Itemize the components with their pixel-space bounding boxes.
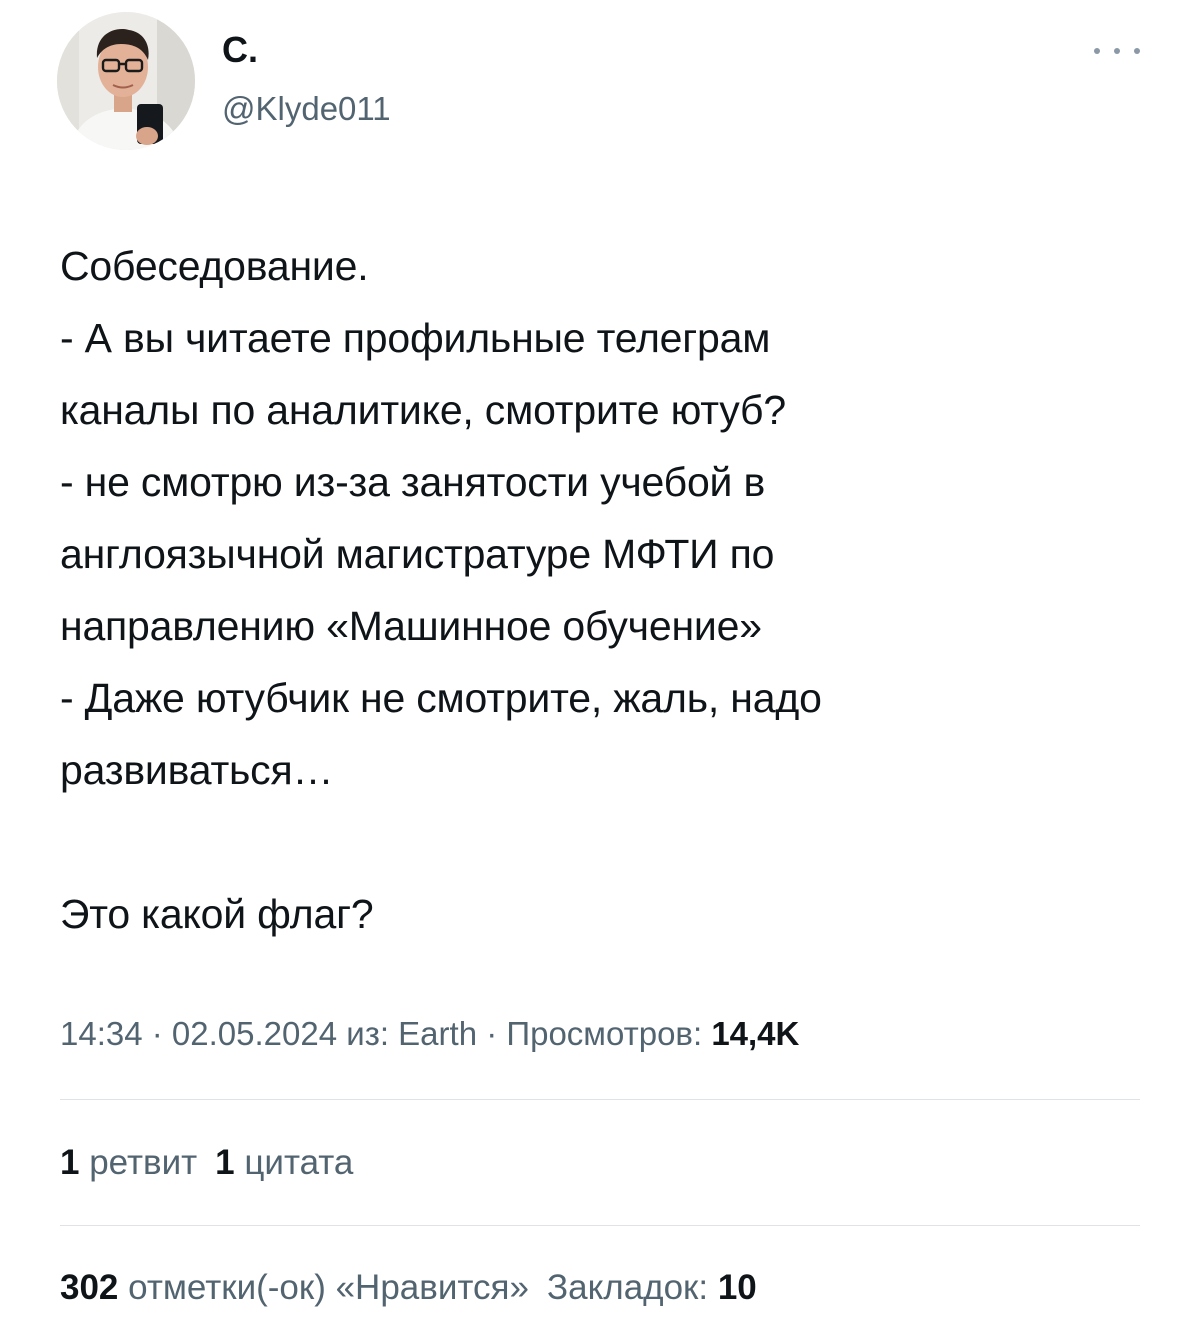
bookmarks-count: 10	[717, 1268, 757, 1307]
tweet-line: Это какой флаг?	[60, 891, 374, 937]
tweet-line: направлению «Машинное обучение»	[60, 603, 762, 649]
tweet-line: каналы по аналитике, смотрите ютуб?	[60, 387, 786, 433]
author-name[interactable]: С.	[222, 30, 258, 70]
quotes-count: 1	[215, 1143, 235, 1182]
avatar-photo	[57, 12, 195, 150]
bookmarks-label: Закладок:	[546, 1268, 718, 1307]
tweet-line: англоязычной магистратуре МФТИ по	[60, 531, 775, 577]
tweet-time[interactable]: 14:34	[60, 1015, 143, 1052]
author-handle[interactable]: @Klyde011	[222, 90, 391, 128]
more-horizontal-icon	[1134, 48, 1140, 54]
quotes-stat[interactable]: 1 цитата	[215, 1143, 353, 1182]
tweet-meta: 14:34 · 02.05.2024 из: Earth · Просмотро…	[60, 1014, 799, 1054]
tweet-line: - Даже ютубчик не смотрите, жаль, надо	[60, 675, 822, 721]
tweet-source: Earth	[398, 1015, 478, 1052]
tweet-line: развиваться…	[60, 747, 334, 793]
bookmarks-stat[interactable]: Закладок: 10	[547, 1268, 757, 1307]
quotes-label: цитата	[234, 1143, 354, 1182]
likes-count: 302	[60, 1268, 119, 1307]
more-options-button[interactable]	[1094, 36, 1140, 66]
more-horizontal-icon	[1114, 48, 1120, 54]
meta-separator: ·	[142, 1015, 172, 1052]
avatar[interactable]	[57, 12, 195, 150]
retweet-stats-row: 1 ретвит 1 цитата	[60, 1143, 353, 1183]
likes-stats-row: 302 отметки(-ок) «Нравится» Закладок: 10	[60, 1268, 757, 1308]
retweets-count: 1	[60, 1143, 80, 1182]
tweet-line: - А вы читаете профильные телеграм	[60, 315, 771, 361]
meta-separator: ·	[477, 1015, 507, 1052]
source-prefix: из:	[337, 1015, 399, 1052]
retweets-stat[interactable]: 1 ретвит	[60, 1143, 197, 1182]
divider	[60, 1225, 1140, 1226]
tweet-date[interactable]: 02.05.2024	[172, 1015, 337, 1052]
tweet-line: - не смотрю из-за занятости учебой в	[60, 459, 766, 505]
divider	[60, 1099, 1140, 1100]
views-count: 14,4K	[711, 1015, 800, 1052]
views-label: Просмотров:	[506, 1015, 712, 1052]
likes-label: отметки(-ок) «Нравится»	[118, 1268, 529, 1307]
more-horizontal-icon	[1094, 48, 1100, 54]
tweet-text: Собеседование. - А вы читаете профильные…	[60, 230, 1170, 950]
tweet-line: Собеседование.	[60, 243, 369, 289]
tweet-card: С. @Klyde011 Собеседование. - А вы читае…	[0, 0, 1200, 1329]
retweets-label: ретвит	[79, 1143, 198, 1182]
likes-stat[interactable]: 302 отметки(-ок) «Нравится»	[60, 1268, 529, 1307]
